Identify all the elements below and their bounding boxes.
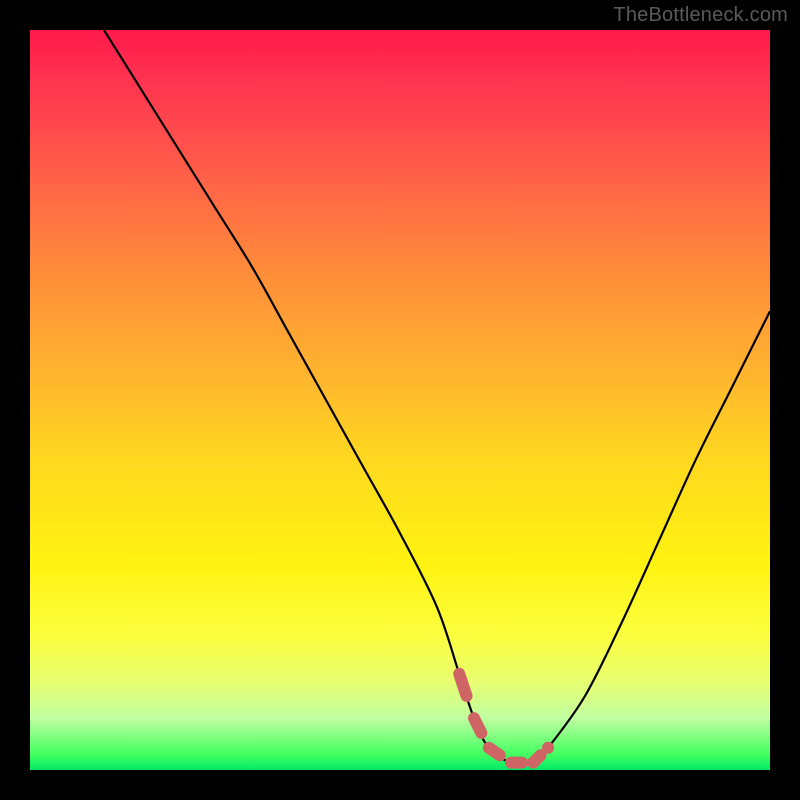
watermark-text: TheBottleneck.com [613, 4, 788, 27]
chart-plot-area [30, 30, 770, 770]
bottleneck-curve-svg [30, 30, 770, 770]
highlight-region-path [459, 674, 548, 763]
bottleneck-curve-path [104, 30, 770, 764]
